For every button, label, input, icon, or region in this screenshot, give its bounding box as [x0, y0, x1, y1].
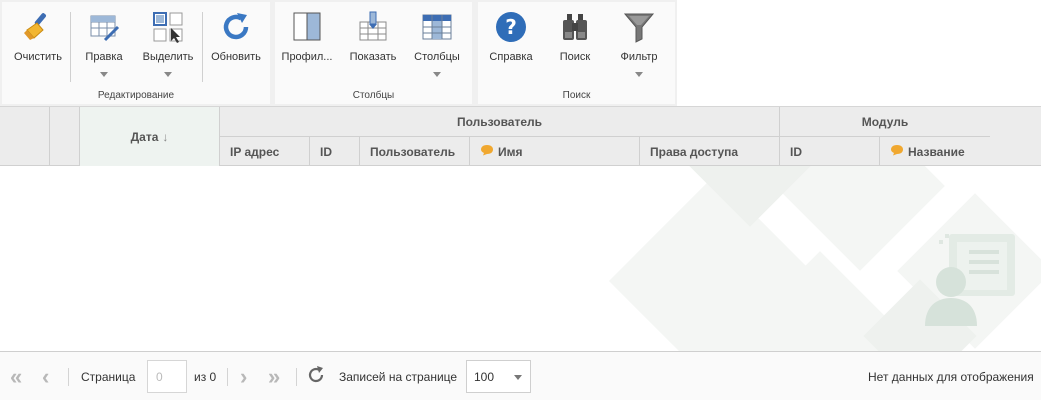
page-number-input[interactable]: 0 — [147, 360, 187, 393]
clear-button[interactable]: Очистить — [12, 6, 64, 86]
module-id-column-label: ID — [790, 144, 802, 159]
profile-button[interactable]: Профил... — [281, 6, 333, 86]
access-rights-column-header[interactable]: Права доступа — [640, 137, 780, 166]
select-cells-icon — [151, 10, 185, 44]
help-button[interactable]: ? Справка — [486, 6, 536, 86]
module-id-column-header[interactable]: ID — [780, 137, 880, 166]
user-band-label: Пользователь — [456, 114, 543, 129]
last-page-button[interactable]: » — [268, 352, 280, 401]
filter-button-label: Фильтр — [620, 51, 658, 63]
chevron-down-icon[interactable] — [164, 72, 172, 77]
pager-separator — [227, 368, 228, 386]
pager: « ‹ Страница 0 из 0 › » Записей на стран… — [0, 351, 1041, 400]
name-column-header[interactable]: Имя — [470, 137, 640, 166]
module-name-column-header[interactable]: Название — [880, 137, 990, 166]
search-button[interactable]: Поиск — [550, 6, 600, 86]
page-number-value: 0 — [156, 369, 163, 384]
show-columns-icon — [356, 10, 390, 44]
date-column-header[interactable]: Дата ↓ — [80, 107, 220, 166]
double-chevron-left-icon: « — [10, 363, 23, 389]
clear-button-label: Очистить — [14, 51, 62, 63]
name-column-label: Имя — [498, 144, 523, 159]
user-id-column-header[interactable]: ID — [310, 137, 360, 166]
next-page-button[interactable]: › — [240, 352, 247, 401]
svg-text:?: ? — [505, 15, 517, 39]
filter-button[interactable]: Фильтр — [614, 6, 664, 86]
filter-icon — [622, 10, 656, 44]
edit-button[interactable]: Правка — [80, 6, 128, 86]
chevron-right-icon: › — [240, 363, 248, 389]
binoculars-icon — [558, 10, 592, 44]
search-button-label: Поиск — [559, 51, 591, 63]
user-id-column-label: ID — [320, 144, 332, 159]
date-column-label: Дата — [130, 129, 159, 144]
module-band-label: Модуль — [861, 114, 909, 129]
module-name-column-label: Название — [908, 144, 965, 159]
ribbon-separator — [202, 12, 203, 82]
double-chevron-right-icon: » — [268, 363, 281, 389]
ribbon-group-search: ? Справка Поиск Фильтр Поиск — [478, 2, 675, 104]
expand-column-header — [50, 107, 80, 166]
profile-button-label: Профил... — [281, 51, 333, 63]
grid-header: Дата ↓ Пользователь Модуль IP адрес ID П… — [0, 106, 1041, 166]
select-button-label: Выделить — [142, 51, 194, 63]
columns-button[interactable]: Столбцы — [411, 6, 463, 86]
ip-address-column-label: IP адрес — [230, 144, 280, 159]
user-column-header[interactable]: Пользователь — [360, 137, 470, 166]
broom-icon — [21, 10, 55, 44]
no-data-icon — [919, 230, 1019, 333]
module-band-header: Модуль — [780, 107, 990, 136]
chevron-down-icon — [514, 375, 522, 380]
ribbon-toolbar: Очистить Правка Выделить Обновить Редакт… — [0, 0, 677, 106]
select-button[interactable]: Выделить — [142, 6, 194, 86]
refresh-button[interactable]: Обновить — [210, 6, 262, 86]
ribbon-group-label: Редактирование — [97, 90, 175, 101]
help-icon: ? — [494, 10, 528, 44]
ribbon-group-label: Столбцы — [352, 90, 395, 101]
records-per-page-label: Записей на странице — [339, 369, 458, 384]
help-button-label: Справка — [489, 51, 533, 63]
refresh-icon — [219, 10, 253, 44]
columns-button-label: Столбцы — [414, 51, 460, 63]
ribbon-group-editing: Очистить Правка Выделить Обновить Редакт… — [2, 2, 270, 104]
refresh-button-label: Обновить — [211, 51, 261, 63]
edit-button-label: Правка — [85, 51, 123, 63]
page-label: Страница — [81, 369, 136, 384]
chevron-down-icon[interactable] — [635, 72, 643, 77]
ribbon-group-columns: Профил... Показать Столбцы Столбцы — [275, 2, 472, 104]
comment-icon — [480, 144, 494, 159]
pager-separator — [296, 368, 297, 386]
chevron-down-icon[interactable] — [433, 72, 441, 77]
columns-icon — [420, 10, 454, 44]
row-indicator-header — [0, 107, 50, 166]
page-size-value: 100 — [474, 369, 495, 384]
pager-refresh-button[interactable] — [306, 352, 326, 401]
first-page-button[interactable]: « — [10, 352, 22, 401]
comment-icon — [890, 144, 904, 159]
refresh-icon — [306, 365, 326, 388]
ribbon-group-label: Поиск — [562, 90, 591, 101]
show-columns-button-label: Показать — [349, 51, 397, 63]
no-data-message: Нет данных для отображения — [868, 369, 1034, 384]
ip-address-column-header[interactable]: IP адрес — [220, 137, 310, 166]
column-profile-icon — [290, 10, 324, 44]
chevron-down-icon[interactable] — [100, 72, 108, 77]
user-band-header: Пользователь — [220, 107, 780, 136]
chevron-left-icon: ‹ — [42, 363, 50, 389]
access-rights-column-label: Права доступа — [650, 144, 739, 159]
show-columns-button[interactable]: Показать — [347, 6, 399, 86]
grid-edit-icon — [87, 10, 121, 44]
page-size-select[interactable]: 100 — [466, 360, 531, 393]
page-count-label: из 0 — [194, 369, 217, 384]
pager-separator — [68, 368, 69, 386]
user-column-label: Пользователь — [370, 144, 456, 159]
grid-body — [0, 166, 1041, 351]
previous-page-button[interactable]: ‹ — [42, 352, 49, 401]
empty-background-pattern — [608, 166, 1041, 351]
sort-descending-icon: ↓ — [162, 129, 169, 144]
ribbon-separator — [70, 12, 71, 82]
